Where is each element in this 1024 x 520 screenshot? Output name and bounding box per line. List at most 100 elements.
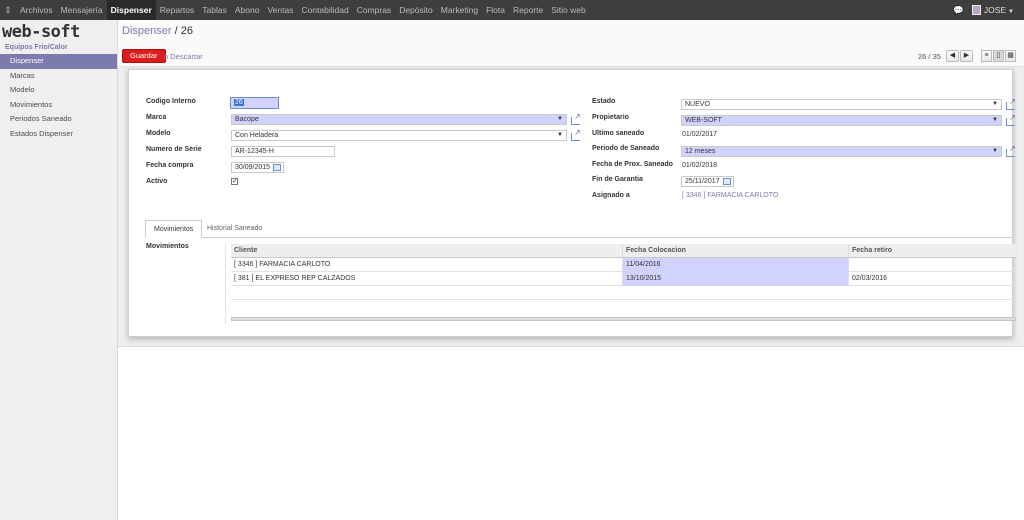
- chat-icon[interactable]: 💬: [953, 5, 964, 16]
- label-periodo-saneado: Periodo de Saneado: [592, 145, 660, 152]
- pager-previous-button[interactable]: ◀: [946, 50, 959, 62]
- menu-marketing[interactable]: Marketing: [437, 0, 482, 20]
- propietario-value: WEB-SOFT: [685, 117, 722, 124]
- tab-movimientos[interactable]: Movimientos: [145, 220, 203, 238]
- form-view-button[interactable]: ▯: [993, 50, 1004, 62]
- label-marca: Marca: [146, 114, 167, 121]
- discard-link[interactable]: Descartar: [170, 52, 203, 61]
- propietario-select[interactable]: WEB-SOFT ▼: [681, 115, 1002, 126]
- main-content: Dispenser / 26 Guardar o Descartar 26 / …: [118, 20, 1024, 520]
- table-footer: [231, 317, 1016, 321]
- sidebar-item-movimientos[interactable]: Movimientos: [0, 98, 117, 113]
- external-link-icon[interactable]: [571, 128, 581, 141]
- sidebar-item-dispenser[interactable]: Dispenser: [0, 54, 117, 69]
- column-header-cliente[interactable]: Cliente: [231, 244, 622, 258]
- cell-fecha-retiro: 02/03/2016: [848, 272, 1016, 286]
- menu-compras[interactable]: Compras: [353, 0, 395, 20]
- menu-ventas[interactable]: Ventas: [263, 0, 297, 20]
- fin-garantia-input[interactable]: 25/11/2017: [681, 176, 734, 187]
- menu-contabilidad[interactable]: Contabilidad: [297, 0, 352, 20]
- chevron-down-icon: ▼: [557, 116, 563, 122]
- breadcrumb-dispenser[interactable]: Dispenser: [122, 25, 172, 37]
- estado-value: NUEVO: [685, 101, 710, 108]
- activo-checkbox[interactable]: ✓: [231, 178, 238, 185]
- modelo-value: Con Heladera: [235, 132, 279, 139]
- pager-next-button[interactable]: ▶: [960, 50, 973, 62]
- fecha-compra-value: 30/09/2015: [235, 164, 271, 171]
- cell-fecha-colocacion: 11/04/2016: [622, 258, 848, 272]
- or-text: o: [164, 52, 169, 61]
- column-header-fecha-retiro[interactable]: Fecha retiro: [848, 244, 1016, 258]
- label-asignado-a: Asignado a: [592, 192, 630, 199]
- calendar-view-button[interactable]: ▦: [1005, 50, 1016, 62]
- label-propietario: Propietario: [592, 114, 629, 121]
- periodo-saneado-value: 12 meses: [685, 148, 716, 155]
- periodo-saneado-select[interactable]: 12 meses ▼: [681, 146, 1002, 157]
- movimientos-table: Cliente Fecha Colocacion Fecha retiro [ …: [231, 244, 1016, 300]
- pager-value: 26 / 35: [918, 52, 941, 61]
- label-modelo: Modelo: [146, 130, 171, 137]
- modelo-select[interactable]: Con Heladera ▼: [231, 130, 567, 141]
- save-button[interactable]: Guardar: [122, 49, 166, 63]
- label-activo: Activo: [146, 178, 168, 185]
- discard-area: o Descartar: [164, 52, 203, 61]
- user-menu[interactable]: JOSE ▼: [971, 4, 1014, 16]
- label-codigo-interno: Codigo Interno: [146, 98, 196, 105]
- label-ultimo-saneado: Ultimo saneado: [592, 130, 645, 137]
- calendar-icon[interactable]: [723, 178, 731, 185]
- list-view-button[interactable]: ≡: [981, 50, 992, 62]
- menu-repartos[interactable]: Repartos: [156, 0, 199, 20]
- table-header-row: Cliente Fecha Colocacion Fecha retiro: [231, 244, 1016, 258]
- apps-icon[interactable]: ⇕: [0, 5, 16, 16]
- avatar: [971, 5, 981, 16]
- top-menu-bar: ⇕ Archivos Mensajería Dispenser Repartos…: [0, 0, 1024, 20]
- marca-value: Bacope: [235, 116, 259, 123]
- column-header-fecha-colocacion[interactable]: Fecha Colocacion: [622, 244, 848, 258]
- ultimo-saneado-value: 01/02/2017: [682, 131, 718, 138]
- tab-historial-saneado[interactable]: Historial Saneado: [199, 220, 270, 238]
- chevron-down-icon: ▼: [557, 132, 563, 138]
- calendar-icon[interactable]: [273, 164, 281, 171]
- breadcrumb-record: 26: [180, 25, 193, 37]
- label-fin-garantia: Fin de Garantia: [592, 176, 643, 183]
- marca-select[interactable]: Bacope ▼: [231, 114, 567, 125]
- table-row[interactable]: [ 381 ] EL EXPRESO REP CALZADOS 13/10/20…: [231, 272, 1016, 286]
- fecha-compra-input[interactable]: 30/09/2015: [231, 162, 284, 173]
- asignado-a-link[interactable]: [ 3346 ] FARMACIA CARLOTO: [682, 192, 778, 199]
- label-fecha-prox-saneado: Fecha de Prox. Saneado: [592, 161, 673, 168]
- notebook-tabs: Movimientos Historial Saneado: [145, 220, 1013, 238]
- sidebar-item-modelo[interactable]: Modelo: [0, 83, 117, 98]
- external-link-icon[interactable]: [571, 112, 581, 125]
- menu-tablas[interactable]: Tablas: [198, 0, 231, 20]
- label-movimientos: Movimientos: [146, 243, 189, 250]
- control-panel: Dispenser / 26 Guardar o Descartar 26 / …: [118, 20, 1024, 67]
- table-row-empty: [231, 286, 1016, 300]
- fin-garantia-value: 25/11/2017: [685, 178, 720, 185]
- company-logo: web-soft: [2, 22, 80, 42]
- grid-divider: [225, 244, 226, 324]
- external-link-icon[interactable]: [1006, 97, 1016, 110]
- menu-archivos[interactable]: Archivos: [16, 0, 57, 20]
- menu-flota[interactable]: Flota: [482, 0, 509, 20]
- table-row[interactable]: [ 3346 ] FARMACIA CARLOTO 11/04/2016: [231, 258, 1016, 272]
- numero-serie-input[interactable]: AR-12345-H: [231, 146, 335, 157]
- menu-mensajeria[interactable]: Mensajería: [57, 0, 107, 20]
- estado-select[interactable]: NUEVO ▼: [681, 99, 1002, 110]
- external-link-icon[interactable]: [1006, 144, 1016, 157]
- codigo-interno-input[interactable]: 26: [230, 97, 279, 109]
- sidebar-item-estados-dispenser[interactable]: Estados Dispenser: [0, 127, 117, 142]
- breadcrumb-separator: /: [174, 25, 178, 37]
- sidebar-item-periodos-saneado[interactable]: Periodos Saneado: [0, 112, 117, 127]
- sidebar-section-title: Equipos Frio/Calor: [5, 44, 68, 51]
- menu-reporte[interactable]: Reporte: [509, 0, 547, 20]
- cell-cliente: [ 3346 ] FARMACIA CARLOTO: [234, 261, 331, 268]
- menu-deposito[interactable]: Depósito: [395, 0, 437, 20]
- fecha-prox-saneado-value: 01/02/2018: [682, 162, 718, 169]
- sidebar-item-marcas[interactable]: Marcas: [0, 69, 117, 84]
- external-link-icon[interactable]: [1006, 113, 1016, 126]
- menu-sitio-web[interactable]: Sitio web: [547, 0, 590, 20]
- user-name: JOSE: [983, 4, 1007, 15]
- label-estado: Estado: [592, 98, 616, 105]
- menu-abono[interactable]: Abono: [231, 0, 264, 20]
- menu-dispenser[interactable]: Dispenser: [106, 0, 156, 20]
